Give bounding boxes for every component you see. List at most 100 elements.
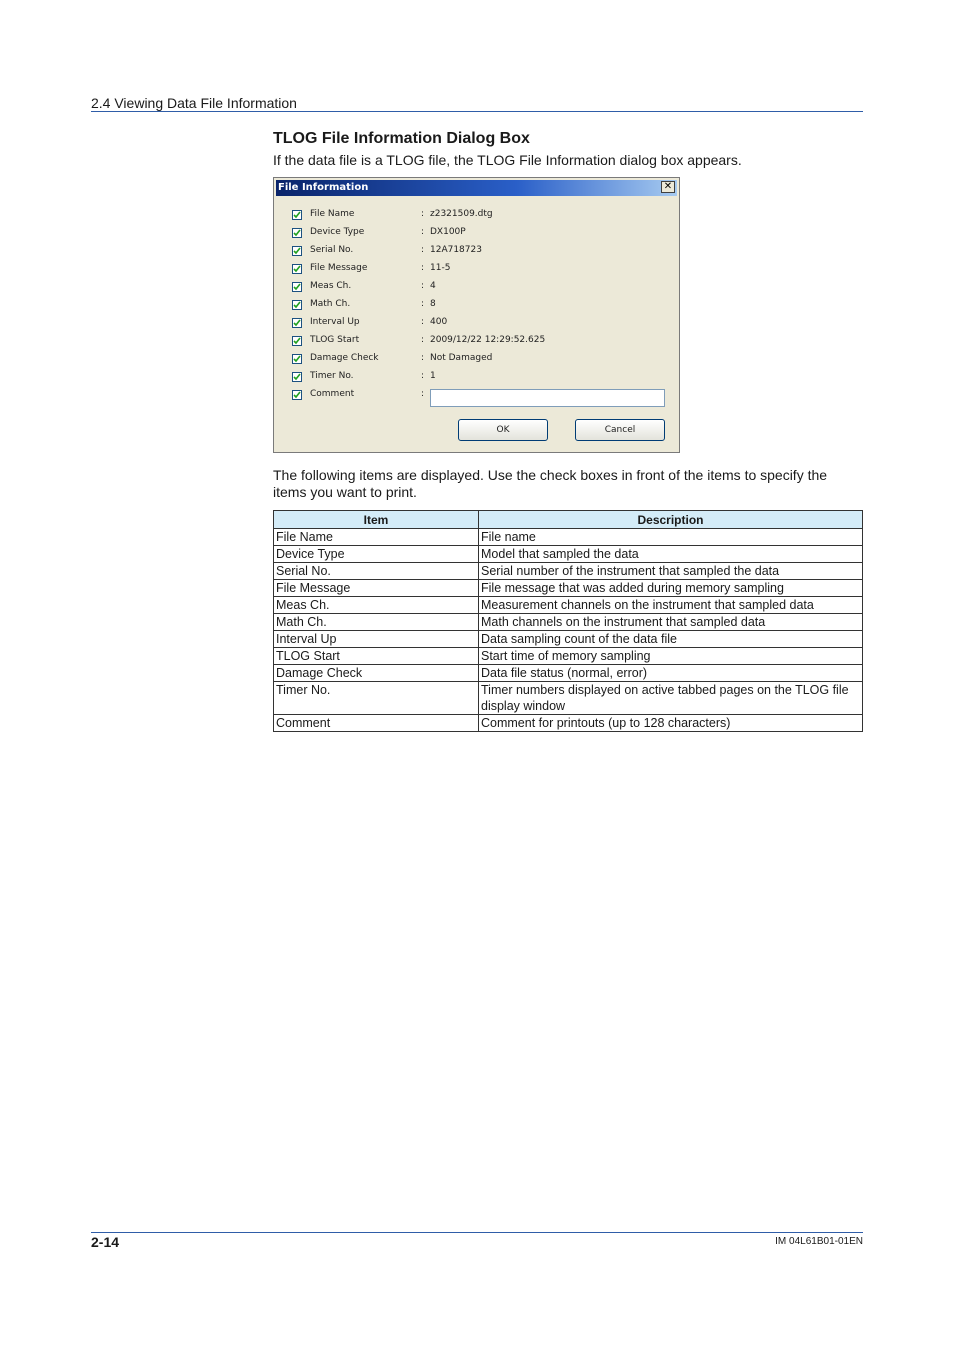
field-value: 400 bbox=[430, 317, 448, 327]
field-label: Interval Up bbox=[310, 317, 360, 327]
ok-button[interactable]: OK bbox=[458, 419, 548, 441]
description-cell: Data file status (normal, error) bbox=[478, 664, 863, 682]
item-cell: File Message bbox=[273, 579, 479, 597]
field-label: File Name bbox=[310, 209, 355, 219]
column-header-item: Item bbox=[273, 510, 479, 529]
damage-check-checkbox[interactable] bbox=[292, 354, 302, 364]
description-cell: Comment for printouts (up to 128 charact… bbox=[478, 714, 863, 732]
dialog-titlebar: File Information ✕ bbox=[276, 180, 677, 196]
field-label: File Message bbox=[310, 263, 368, 273]
field-label: TLOG Start bbox=[310, 335, 360, 345]
field-label: Damage Check bbox=[310, 353, 379, 363]
field-colon: : bbox=[421, 389, 425, 399]
checkmark-icon bbox=[293, 337, 301, 345]
description-cell: Math channels on the instrument that sam… bbox=[478, 613, 863, 631]
field-colon: : bbox=[421, 317, 425, 327]
comment-checkbox[interactable] bbox=[292, 390, 302, 400]
field-colon: : bbox=[421, 227, 425, 237]
timer-no-checkbox[interactable] bbox=[292, 372, 302, 382]
field-colon: : bbox=[421, 299, 425, 309]
field-colon: : bbox=[421, 245, 425, 255]
table-row: Damage Check Data file status (normal, er… bbox=[273, 664, 863, 682]
cancel-button[interactable]: Cancel bbox=[575, 419, 665, 441]
checkmark-icon bbox=[293, 319, 301, 327]
comment-input[interactable] bbox=[430, 389, 665, 407]
field-colon: : bbox=[421, 335, 425, 345]
serial-no-checkbox[interactable] bbox=[292, 246, 302, 256]
document-id: IM 04L61B01-01EN bbox=[775, 1236, 863, 1247]
section-header: 2.4 Viewing Data File Information bbox=[91, 95, 297, 111]
checkmark-icon bbox=[293, 301, 301, 309]
checkmark-icon bbox=[293, 229, 301, 237]
intro-text: If the data file is a TLOG file, the TLO… bbox=[273, 152, 742, 168]
description-cell: Start time of memory sampling bbox=[478, 647, 863, 665]
field-value: 2009/12/22 12:29:52.625 bbox=[430, 335, 546, 345]
checkmark-icon bbox=[293, 247, 301, 255]
item-cell: Device Type bbox=[273, 545, 479, 563]
field-label: Comment bbox=[310, 389, 355, 399]
field-label: Device Type bbox=[310, 227, 365, 237]
footer-divider bbox=[91, 1232, 863, 1233]
table-row: Interval Up Data sampling count of the da… bbox=[273, 630, 863, 648]
table-row: TLOG Start Start time of memory sampling bbox=[273, 647, 863, 665]
field-label: Timer No. bbox=[310, 371, 354, 381]
description-cell: Model that sampled the data bbox=[478, 545, 863, 563]
field-value: 12A718723 bbox=[430, 245, 482, 255]
table-row: Serial No. Serial number of the instrumen… bbox=[273, 562, 863, 580]
table-row: Comment Comment for printouts (up to 128 … bbox=[273, 714, 863, 732]
field-value: 11-5 bbox=[430, 263, 451, 273]
field-value: 8 bbox=[430, 299, 436, 309]
field-label: Meas Ch. bbox=[310, 281, 352, 291]
description-cell: File message that was added during memor… bbox=[478, 579, 863, 597]
table-row: Timer No. Timer numbers displayed on acti… bbox=[273, 681, 863, 715]
checkmark-icon bbox=[293, 265, 301, 273]
field-value: 1 bbox=[430, 371, 436, 381]
field-value: 4 bbox=[430, 281, 436, 291]
field-value: z2321509.dtg bbox=[430, 209, 493, 219]
item-cell: File Name bbox=[273, 528, 479, 546]
item-cell: Interval Up bbox=[273, 630, 479, 648]
dialog-title: File Information bbox=[278, 182, 369, 193]
table-row: Math Ch. Math channels on the instrument … bbox=[273, 613, 863, 631]
item-cell: TLOG Start bbox=[273, 647, 479, 665]
checkmark-icon bbox=[293, 391, 301, 399]
field-label: Math Ch. bbox=[310, 299, 351, 309]
item-cell: Math Ch. bbox=[273, 613, 479, 631]
file-information-dialog: File Information ✕ File Name : z2321509.… bbox=[273, 177, 680, 453]
items-table: Item Description File Name File name Devi… bbox=[273, 510, 863, 732]
table-row: File Name File name bbox=[273, 528, 863, 546]
header-divider bbox=[91, 111, 863, 112]
meas-ch-checkbox[interactable] bbox=[292, 282, 302, 292]
description-cell: Measurement channels on the instrument t… bbox=[478, 596, 863, 614]
field-colon: : bbox=[421, 209, 425, 219]
interval-up-checkbox[interactable] bbox=[292, 318, 302, 328]
column-header-description: Description bbox=[478, 510, 863, 529]
description-cell: Serial number of the instrument that sam… bbox=[478, 562, 863, 580]
close-icon: ✕ bbox=[663, 181, 673, 192]
description-paragraph: The following items are displayed. Use t… bbox=[273, 467, 828, 500]
close-button[interactable]: ✕ bbox=[661, 181, 675, 193]
section-title: TLOG File Information Dialog Box bbox=[273, 130, 530, 147]
description-cell: Timer numbers displayed on active tabbed… bbox=[478, 681, 863, 715]
description-cell: Data sampling count of the data file bbox=[478, 630, 863, 648]
checkmark-icon bbox=[293, 355, 301, 363]
page-number: 2-14 bbox=[91, 1234, 120, 1250]
math-ch-checkbox[interactable] bbox=[292, 300, 302, 310]
item-cell: Comment bbox=[273, 714, 479, 732]
tlog-start-checkbox[interactable] bbox=[292, 336, 302, 346]
device-type-checkbox[interactable] bbox=[292, 228, 302, 238]
file-name-checkbox[interactable] bbox=[292, 210, 302, 220]
field-colon: : bbox=[421, 281, 425, 291]
item-cell: Meas Ch. bbox=[273, 596, 479, 614]
table-header-row: Item Description bbox=[273, 510, 863, 529]
item-cell: Timer No. bbox=[273, 681, 479, 715]
table-row: Meas Ch. Measurement channels on the inst… bbox=[273, 596, 863, 614]
field-colon: : bbox=[421, 263, 425, 273]
field-value: DX100P bbox=[430, 227, 466, 237]
checkmark-icon bbox=[293, 373, 301, 381]
checkmark-icon bbox=[293, 211, 301, 219]
field-value: Not Damaged bbox=[430, 353, 493, 363]
file-message-checkbox[interactable] bbox=[292, 264, 302, 274]
table-row: File Message File message that was added … bbox=[273, 579, 863, 597]
field-colon: : bbox=[421, 353, 425, 363]
